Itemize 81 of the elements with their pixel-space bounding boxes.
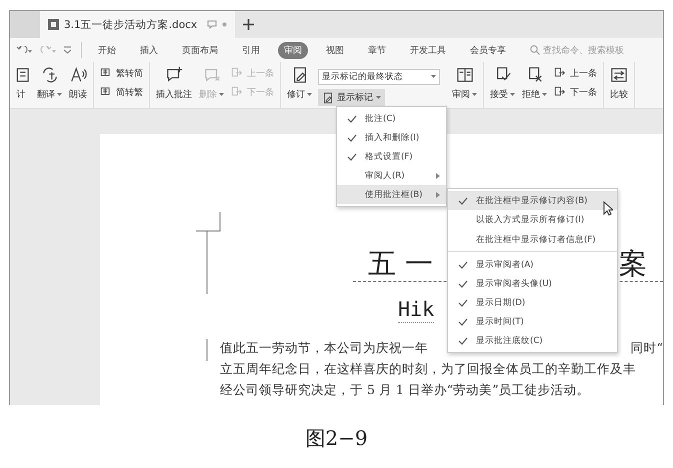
check-icon [458,318,468,326]
menu-item[interactable]: 显示审阅者头像(U) [448,274,617,293]
pen-page-icon [322,92,334,104]
paragraph-text: 经公司领导研究决定，于 5 月 1 日举办“劳动美”员工徒步活动。 [220,381,590,399]
ribbon-button[interactable]: 上一条 [553,66,598,81]
menu-item[interactable]: 在批注框中显示修订者信息(F) [448,229,617,252]
menu-item[interactable]: 批注(C) [337,109,446,128]
figure-caption: 图2−9 [305,425,368,452]
menu-tab[interactable]: 引用 [236,42,266,58]
comment-x-icon [202,66,220,84]
menu-tab[interactable]: 开发工具 [404,42,452,58]
ribbon-button[interactable]: 下一条 [553,85,598,100]
menu-tab[interactable]: 开始 [92,42,122,58]
check-icon [347,134,357,142]
check-icon [458,196,468,204]
caret-icon [219,92,224,96]
ribbon-button[interactable]: 翻译 [36,64,63,103]
translate-icon [40,66,58,84]
ribbon-button[interactable]: 比较 [609,64,629,103]
menu-item[interactable]: 审阅人(R) [337,166,446,185]
document-title: 案 [619,246,647,281]
check-icon [458,336,468,344]
menu-item[interactable]: 显示审阅者(A) [448,255,617,274]
ribbon-button[interactable]: 简转繁 [99,85,144,100]
dot-icon[interactable] [222,22,227,27]
document-subtitle: Hik [398,296,434,323]
show-markup-button[interactable]: 显示标记 [318,89,385,106]
plus-icon [243,19,254,30]
check-icon [458,280,468,288]
ribbon-button[interactable]: 接受 [489,64,516,103]
menu-item[interactable]: 显示时间(T) [448,312,617,331]
menu-item[interactable]: 使用批注框(B) [337,185,446,204]
menu-item[interactable]: 显示批注底纹(C) [448,331,617,350]
ribbon-button[interactable]: 朗读 [68,64,88,103]
cursor-icon [603,201,613,216]
compare-icon [610,66,628,84]
menu-item[interactable]: 显示日期(D) [448,293,617,312]
submenu-arrow-icon [436,192,440,198]
comment-icon[interactable] [207,20,217,29]
check-icon [458,298,468,306]
caret-icon [472,92,477,96]
menu-tab[interactable]: 审阅 [278,42,308,58]
ribbon-button[interactable]: 审阅 [451,64,478,103]
ribbon-button[interactable]: 计 [11,64,31,103]
document-icon [48,19,59,30]
menu-tab[interactable]: 插入 [134,42,164,58]
paragraph-text: 立五周年纪念日，在这样喜庆的时刻，为了回报全体员工的辛勤工作及丰 [220,360,636,378]
ribbon-button[interactable]: 拒绝 [521,64,548,103]
menu-tab[interactable]: 视图 [320,42,350,58]
menu-item[interactable]: 插入和删除(I) [337,128,446,147]
caret-icon [510,92,515,96]
tab-strip-block [10,11,40,38]
check-icon [347,114,357,122]
pane-icon [456,66,474,84]
document-title: 五 一 [368,246,433,281]
menu-item[interactable]: 在批注框中显示修订内容(B) [448,191,617,210]
comment-plus-icon [165,66,183,84]
search-icon [530,45,540,55]
submenu-arrow-icon [436,172,440,178]
caret-icon [376,96,381,100]
paragraph-text: 值此五一劳动节，本公司为庆祝一年 [220,339,428,357]
caret-icon [57,92,62,96]
document-tab[interactable]: 3.1五一徒步活动方案.docx [40,11,235,38]
customize-icon[interactable] [64,46,71,54]
menu-tab[interactable]: 会员专享 [464,42,512,58]
ribbon-button[interactable]: 繁转简 [99,66,144,81]
markup-state-dropdown[interactable]: 显示标记的最终状态 [318,69,440,85]
ribbon-button[interactable]: 修订 [286,64,313,103]
check-icon [347,152,357,160]
ribbon-button[interactable]: 插入批注 [155,64,193,103]
menu-item[interactable]: 格式设置(F) [337,147,446,166]
undo-icon[interactable] [16,46,32,54]
paragraph-text: 同时“ [630,339,663,357]
caret-icon [307,92,312,96]
menu-item[interactable]: 以嵌入方式显示所有修订(I) [448,210,617,229]
check-icon [458,260,468,268]
menu-tab[interactable]: 章节 [362,42,392,58]
caret-icon [542,92,547,96]
caret-icon [431,75,436,79]
menu-tab[interactable]: 页面布局 [176,42,224,58]
speaker-text-icon [69,66,87,84]
